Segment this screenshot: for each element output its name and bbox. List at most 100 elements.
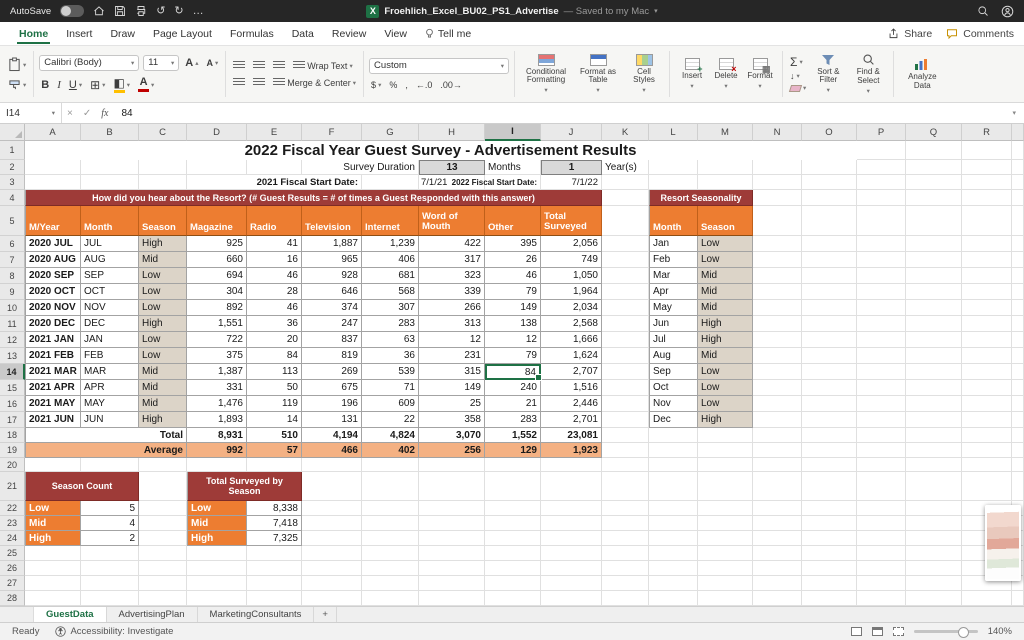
row-header-17[interactable]: 17 [0, 412, 25, 428]
cell-R12[interactable] [962, 332, 1012, 348]
cell-L22[interactable] [649, 501, 698, 516]
cell-H28[interactable] [419, 591, 485, 606]
find-select-button[interactable]: Find & Select ▾ [848, 51, 888, 97]
cell-G20[interactable] [362, 458, 419, 472]
cell-K27[interactable] [602, 576, 649, 591]
col-header-H[interactable]: H [419, 124, 485, 141]
cell-J20[interactable] [541, 458, 602, 472]
cell-G28[interactable] [362, 591, 419, 606]
cell-A16[interactable]: 2021 MAY [25, 396, 81, 412]
cell-Q3[interactable] [906, 175, 962, 190]
cell-F8[interactable]: 928 [302, 268, 362, 284]
cell-N3[interactable] [753, 175, 802, 190]
row-header-23[interactable]: 23 [0, 516, 25, 531]
cell-C3[interactable] [139, 175, 187, 190]
cell-N13[interactable] [753, 348, 802, 364]
grow-font-button[interactable]: A ▴ [183, 56, 200, 70]
cell-H13[interactable]: 231 [419, 348, 485, 364]
cell-O20[interactable] [802, 458, 857, 472]
cell-M19[interactable] [698, 443, 753, 458]
merge-center-button[interactable]: Merge & Center ▾ [271, 77, 358, 89]
row-header-28[interactable]: 28 [0, 591, 25, 606]
cell-N17[interactable] [753, 412, 802, 428]
cell-I7[interactable]: 26 [485, 252, 541, 268]
cell-H26[interactable] [419, 561, 485, 576]
cell-I19[interactable]: 129 [485, 443, 541, 458]
cell-L13[interactable]: Aug [649, 348, 698, 364]
cell-P21[interactable] [857, 472, 906, 501]
cell-G8[interactable]: 681 [362, 268, 419, 284]
cell-P3[interactable] [857, 175, 906, 190]
cell-C26[interactable] [139, 561, 187, 576]
cell-M6[interactable]: Low [698, 236, 753, 252]
cell-R2[interactable] [962, 160, 1012, 175]
formula-bar-expand-icon[interactable]: ▾ [1004, 103, 1024, 123]
cell-G16[interactable]: 609 [362, 396, 419, 412]
cell-R11[interactable] [962, 316, 1012, 332]
cell-A6[interactable]: 2020 JUL [25, 236, 81, 252]
cell-R20[interactable] [962, 458, 1012, 472]
cell-J17[interactable]: 2,701 [541, 412, 602, 428]
cell-G23[interactable] [362, 516, 419, 531]
cell-H24[interactable] [419, 531, 485, 546]
cell-C21[interactable] [139, 472, 187, 501]
cell-D25[interactable] [187, 546, 247, 561]
paste-button[interactable]: ▾ [6, 56, 28, 73]
cell-H25[interactable] [419, 546, 485, 561]
cell-M16[interactable]: Low [698, 396, 753, 412]
cell-O27[interactable] [802, 576, 857, 591]
cell-J8[interactable]: 1,050 [541, 268, 602, 284]
cell-R21[interactable] [962, 472, 1012, 501]
cell-D17[interactable]: 1,893 [187, 412, 247, 428]
cell-C15[interactable]: Mid [139, 380, 187, 396]
cell-K26[interactable] [602, 561, 649, 576]
row-header-20[interactable]: 20 [0, 458, 25, 472]
cell-F2[interactable]: Survey Duration [302, 160, 419, 175]
cell-R3[interactable] [962, 175, 1012, 190]
cell-Q28[interactable] [906, 591, 962, 606]
cell-O2[interactable] [802, 160, 857, 175]
cell-R1[interactable] [962, 141, 1012, 160]
cell-R19[interactable] [962, 443, 1012, 458]
zoom-slider[interactable] [913, 626, 978, 638]
cell-E27[interactable] [247, 576, 302, 591]
cell-L24[interactable] [649, 531, 698, 546]
cell-N20[interactable] [753, 458, 802, 472]
cell-A15[interactable]: 2021 APR [25, 380, 81, 396]
cell-K9[interactable] [602, 284, 649, 300]
cell-N28[interactable] [753, 591, 802, 606]
cell-C23[interactable] [139, 516, 187, 531]
cell-C7[interactable]: Mid [139, 252, 187, 268]
cell-L2[interactable] [649, 160, 698, 175]
cell-P15[interactable] [857, 380, 906, 396]
cell-L8[interactable]: Mar [649, 268, 698, 284]
cell-B20[interactable] [81, 458, 139, 472]
cell-F10[interactable]: 374 [302, 300, 362, 316]
cell-J23[interactable] [541, 516, 602, 531]
col-header-M[interactable]: M [698, 124, 753, 141]
cell-C28[interactable] [139, 591, 187, 606]
row-header-3[interactable]: 3 [0, 175, 25, 190]
cell-O26[interactable] [802, 561, 857, 576]
cell-A18[interactable]: Total [25, 428, 187, 443]
cell-N18[interactable] [753, 428, 802, 443]
cell-F24[interactable] [302, 531, 362, 546]
cell-Q16[interactable] [906, 396, 962, 412]
cell-P11[interactable] [857, 316, 906, 332]
cell-R13[interactable] [962, 348, 1012, 364]
cell-J24[interactable] [541, 531, 602, 546]
cell-Q23[interactable] [906, 516, 962, 531]
cell-K10[interactable] [602, 300, 649, 316]
cell-B3[interactable] [81, 175, 139, 190]
cell-N2[interactable] [753, 160, 802, 175]
cell-N11[interactable] [753, 316, 802, 332]
cell-O4[interactable] [802, 190, 857, 206]
cell-O21[interactable] [802, 472, 857, 501]
cell-O5[interactable] [802, 206, 857, 236]
cell-I9[interactable]: 79 [485, 284, 541, 300]
cell-R8[interactable] [962, 268, 1012, 284]
cell-H8[interactable]: 323 [419, 268, 485, 284]
row-header-24[interactable]: 24 [0, 531, 25, 546]
cell-E6[interactable]: 41 [247, 236, 302, 252]
cell-H17[interactable]: 358 [419, 412, 485, 428]
